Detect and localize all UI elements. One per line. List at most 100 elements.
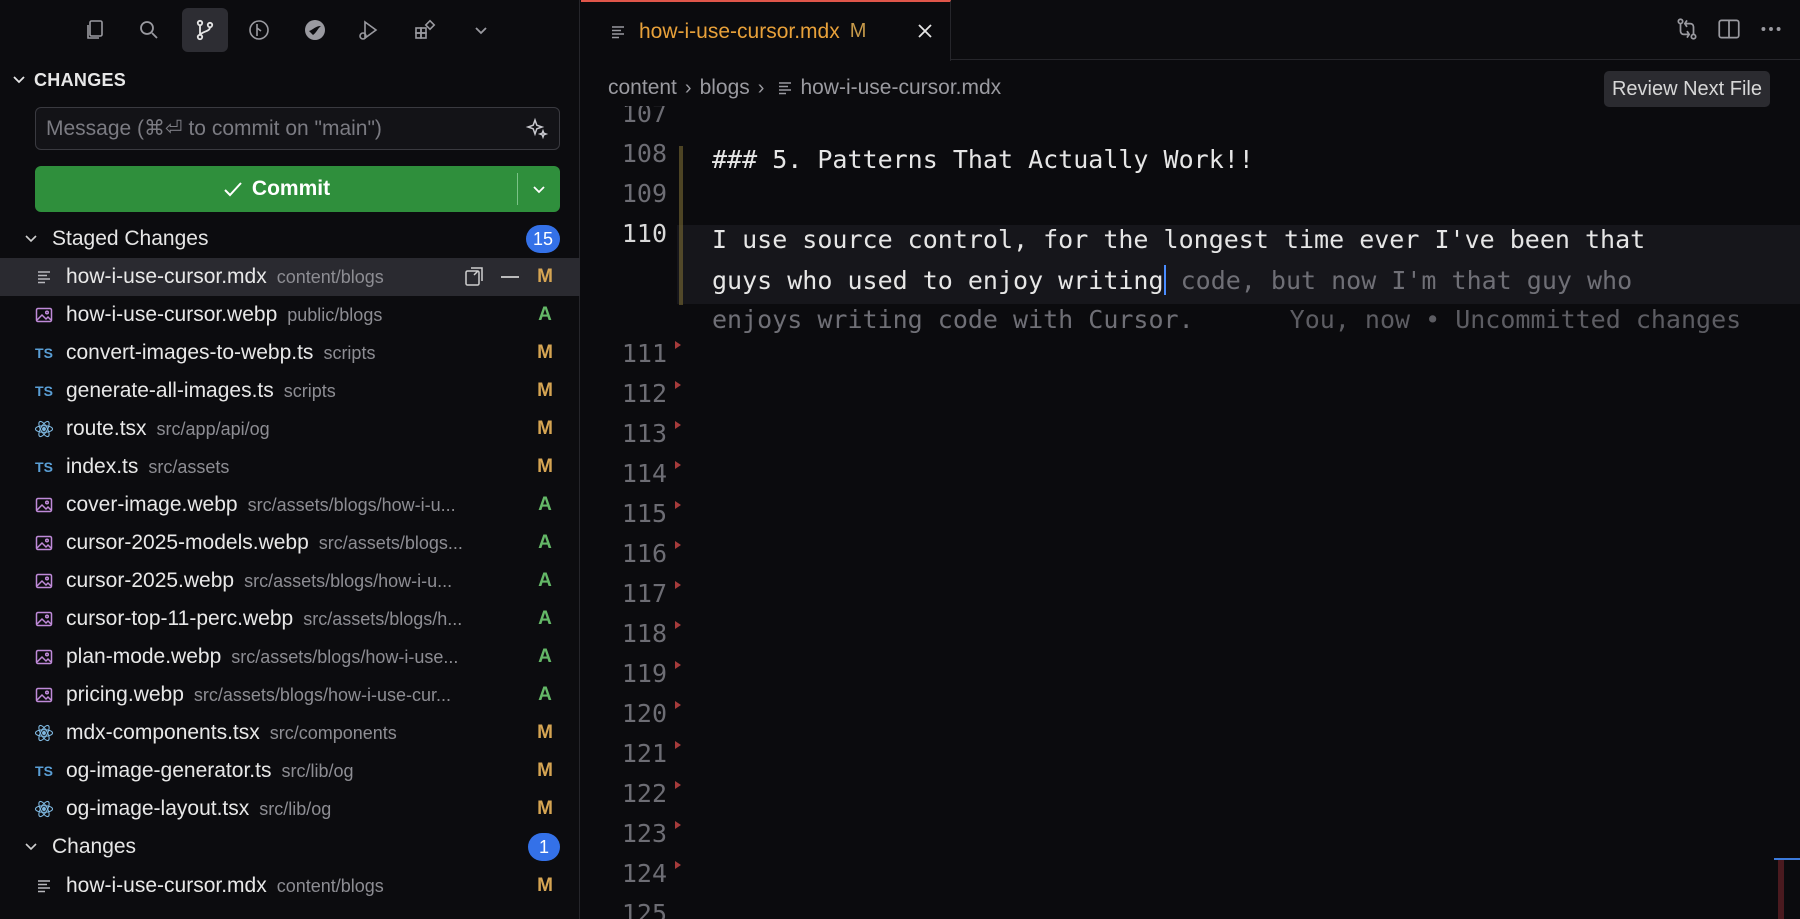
source-control-icon[interactable]	[182, 8, 228, 52]
explorer-icon[interactable]	[72, 8, 118, 52]
file-row[interactable]: how-i-use-cursor.mdx content/blogs M	[0, 258, 580, 296]
file-name: og-image-generator.ts	[66, 759, 272, 782]
deleted-line-marker	[675, 581, 681, 589]
file-status: A	[538, 608, 552, 629]
file-path: src/assets/blogs...	[318, 532, 463, 553]
file-text: pricing.webp src/assets/blogs/how-i-use-c…	[66, 676, 528, 714]
file-name: route.tsx	[66, 417, 147, 440]
breadcrumb-item[interactable]: content	[608, 76, 677, 100]
mdx-file-icon	[611, 25, 627, 39]
typed-text: guys who used to enjoy writing	[712, 266, 1164, 295]
tab-how-i-use-cursor[interactable]: how-i-use-cursor.mdx M	[581, 0, 951, 61]
deleted-line-marker	[675, 701, 681, 709]
file-row[interactable]: TS index.ts src/assets M	[0, 448, 580, 486]
split-editor-icon[interactable]	[1716, 16, 1742, 42]
file-row[interactable]: cursor-2025-models.webp src/assets/blogs.…	[0, 524, 580, 562]
sparkle-icon[interactable]	[525, 117, 549, 141]
file-status: A	[538, 570, 552, 591]
run-debug-icon[interactable]	[346, 8, 392, 52]
file-row[interactable]: mdx-components.tsx src/components M	[0, 714, 580, 752]
image-file-icon	[34, 305, 54, 325]
chevron-right-icon: ›	[757, 76, 765, 99]
activity-bar	[0, 0, 580, 60]
file-name: cursor-2025-models.webp	[66, 531, 309, 554]
file-path: src/assets/blogs/how-i-u...	[247, 494, 456, 515]
file-text: cover-image.webp src/assets/blogs/how-i-u…	[66, 486, 528, 524]
commit-message-input[interactable]	[46, 108, 506, 149]
changes-group-title: Changes	[52, 835, 137, 858]
file-row[interactable]: how-i-use-cursor.mdx content/blogs M	[0, 867, 580, 905]
close-icon[interactable]	[914, 20, 936, 42]
file-status: M	[537, 456, 553, 477]
tab-status: M	[849, 20, 867, 42]
commit-dropdown-button[interactable]	[518, 166, 560, 212]
deleted-line-marker	[675, 741, 681, 749]
review-next-file-button[interactable]: Review Next File	[1603, 71, 1770, 107]
line-number: 116	[621, 539, 667, 568]
staged-count-badge: 15	[525, 225, 560, 253]
staged-changes-header[interactable]: Staged Changes 15	[0, 222, 580, 256]
source-control-sidebar: CHANGES Commit Staged Changes 15 how-i-u…	[0, 0, 580, 919]
ai-suggestion-text: code, but now I'm that guy who	[1165, 266, 1633, 295]
file-row[interactable]: cursor-2025.webp src/assets/blogs/how-i-u…	[0, 562, 580, 600]
image-file-icon	[34, 571, 54, 591]
ts-file-icon: TS	[35, 459, 53, 475]
more-chevron-icon[interactable]	[458, 8, 504, 52]
deleted-line-marker	[675, 461, 681, 469]
tab-bar: how-i-use-cursor.mdx M	[581, 0, 1800, 61]
extensions-icon[interactable]	[402, 8, 448, 52]
file-row[interactable]: cursor-top-11-perc.webp src/assets/blogs/…	[0, 600, 580, 638]
file-row[interactable]: route.tsx src/app/api/og M	[0, 410, 580, 448]
file-name: index.ts	[66, 455, 139, 478]
tab-label: how-i-use-cursor.mdx	[639, 19, 840, 43]
line-number: 122	[621, 779, 667, 808]
file-row[interactable]: og-image-layout.tsx src/lib/og M	[0, 790, 580, 828]
file-row[interactable]: TS og-image-generator.ts src/lib/og M	[0, 752, 580, 790]
file-row[interactable]: TS convert-images-to-webp.ts scripts M	[0, 334, 580, 372]
image-file-icon	[34, 647, 54, 667]
inline-blame: You, now • Uncommitted changes	[1289, 305, 1742, 334]
file-row[interactable]: plan-mode.webp src/assets/blogs/how-i-use…	[0, 638, 580, 676]
more-actions-icon[interactable]	[1758, 16, 1784, 42]
compare-changes-icon[interactable]	[1674, 16, 1700, 42]
breadcrumb-item[interactable]: how-i-use-cursor.mdx	[800, 76, 1001, 100]
file-name: convert-images-to-webp.ts	[66, 341, 314, 364]
file-name: cursor-2025.webp	[66, 569, 235, 592]
line-number: 123	[621, 819, 667, 848]
file-path: src/lib/og	[281, 760, 354, 781]
file-status: A	[538, 494, 552, 515]
file-path: content/blogs	[276, 266, 384, 287]
git-graph-icon[interactable]	[236, 8, 282, 52]
image-file-icon	[34, 609, 54, 629]
react-file-icon	[34, 799, 54, 819]
deleted-line-marker	[675, 421, 681, 429]
file-text: how-i-use-cursor.mdx content/blogs	[66, 867, 528, 905]
commit-button[interactable]: Commit	[35, 166, 517, 212]
line-number: 110	[621, 219, 667, 248]
file-row[interactable]: pricing.webp src/assets/blogs/how-i-use-c…	[0, 676, 580, 714]
file-status: M	[537, 875, 553, 896]
editor-actions	[1674, 16, 1784, 42]
file-text: cursor-2025-models.webp src/assets/blogs.…	[66, 524, 528, 562]
file-status: M	[537, 760, 553, 781]
code-line-110b: guys who used to enjoy writing code, but…	[712, 265, 1632, 295]
mdx-file-icon	[778, 81, 792, 95]
file-status: A	[538, 684, 552, 705]
unstage-icon[interactable]	[498, 266, 522, 288]
code-editor[interactable]: 107 108 109 110 111 112 113 114 115 116 117 118 119 1…	[581, 106, 1800, 919]
react-file-icon	[34, 723, 54, 743]
file-row[interactable]: cover-image.webp src/assets/blogs/how-i-u…	[0, 486, 580, 524]
extension-blue-icon[interactable]	[292, 8, 338, 52]
changes-section-header[interactable]: CHANGES	[12, 68, 126, 92]
file-row[interactable]: TS generate-all-images.ts scripts M	[0, 372, 580, 410]
file-text: generate-all-images.ts scripts	[66, 372, 528, 410]
commit-label: Commit	[251, 177, 331, 200]
line-number: 115	[621, 499, 667, 528]
chevron-down-icon	[533, 186, 545, 194]
open-file-icon[interactable]	[462, 266, 486, 288]
file-row[interactable]: how-i-use-cursor.webp public/blogs A	[0, 296, 580, 334]
search-icon[interactable]	[126, 8, 172, 52]
breadcrumb-item[interactable]: blogs	[700, 76, 750, 100]
file-path: src/components	[269, 722, 397, 743]
changes-group-header[interactable]: Changes 1	[0, 830, 580, 864]
